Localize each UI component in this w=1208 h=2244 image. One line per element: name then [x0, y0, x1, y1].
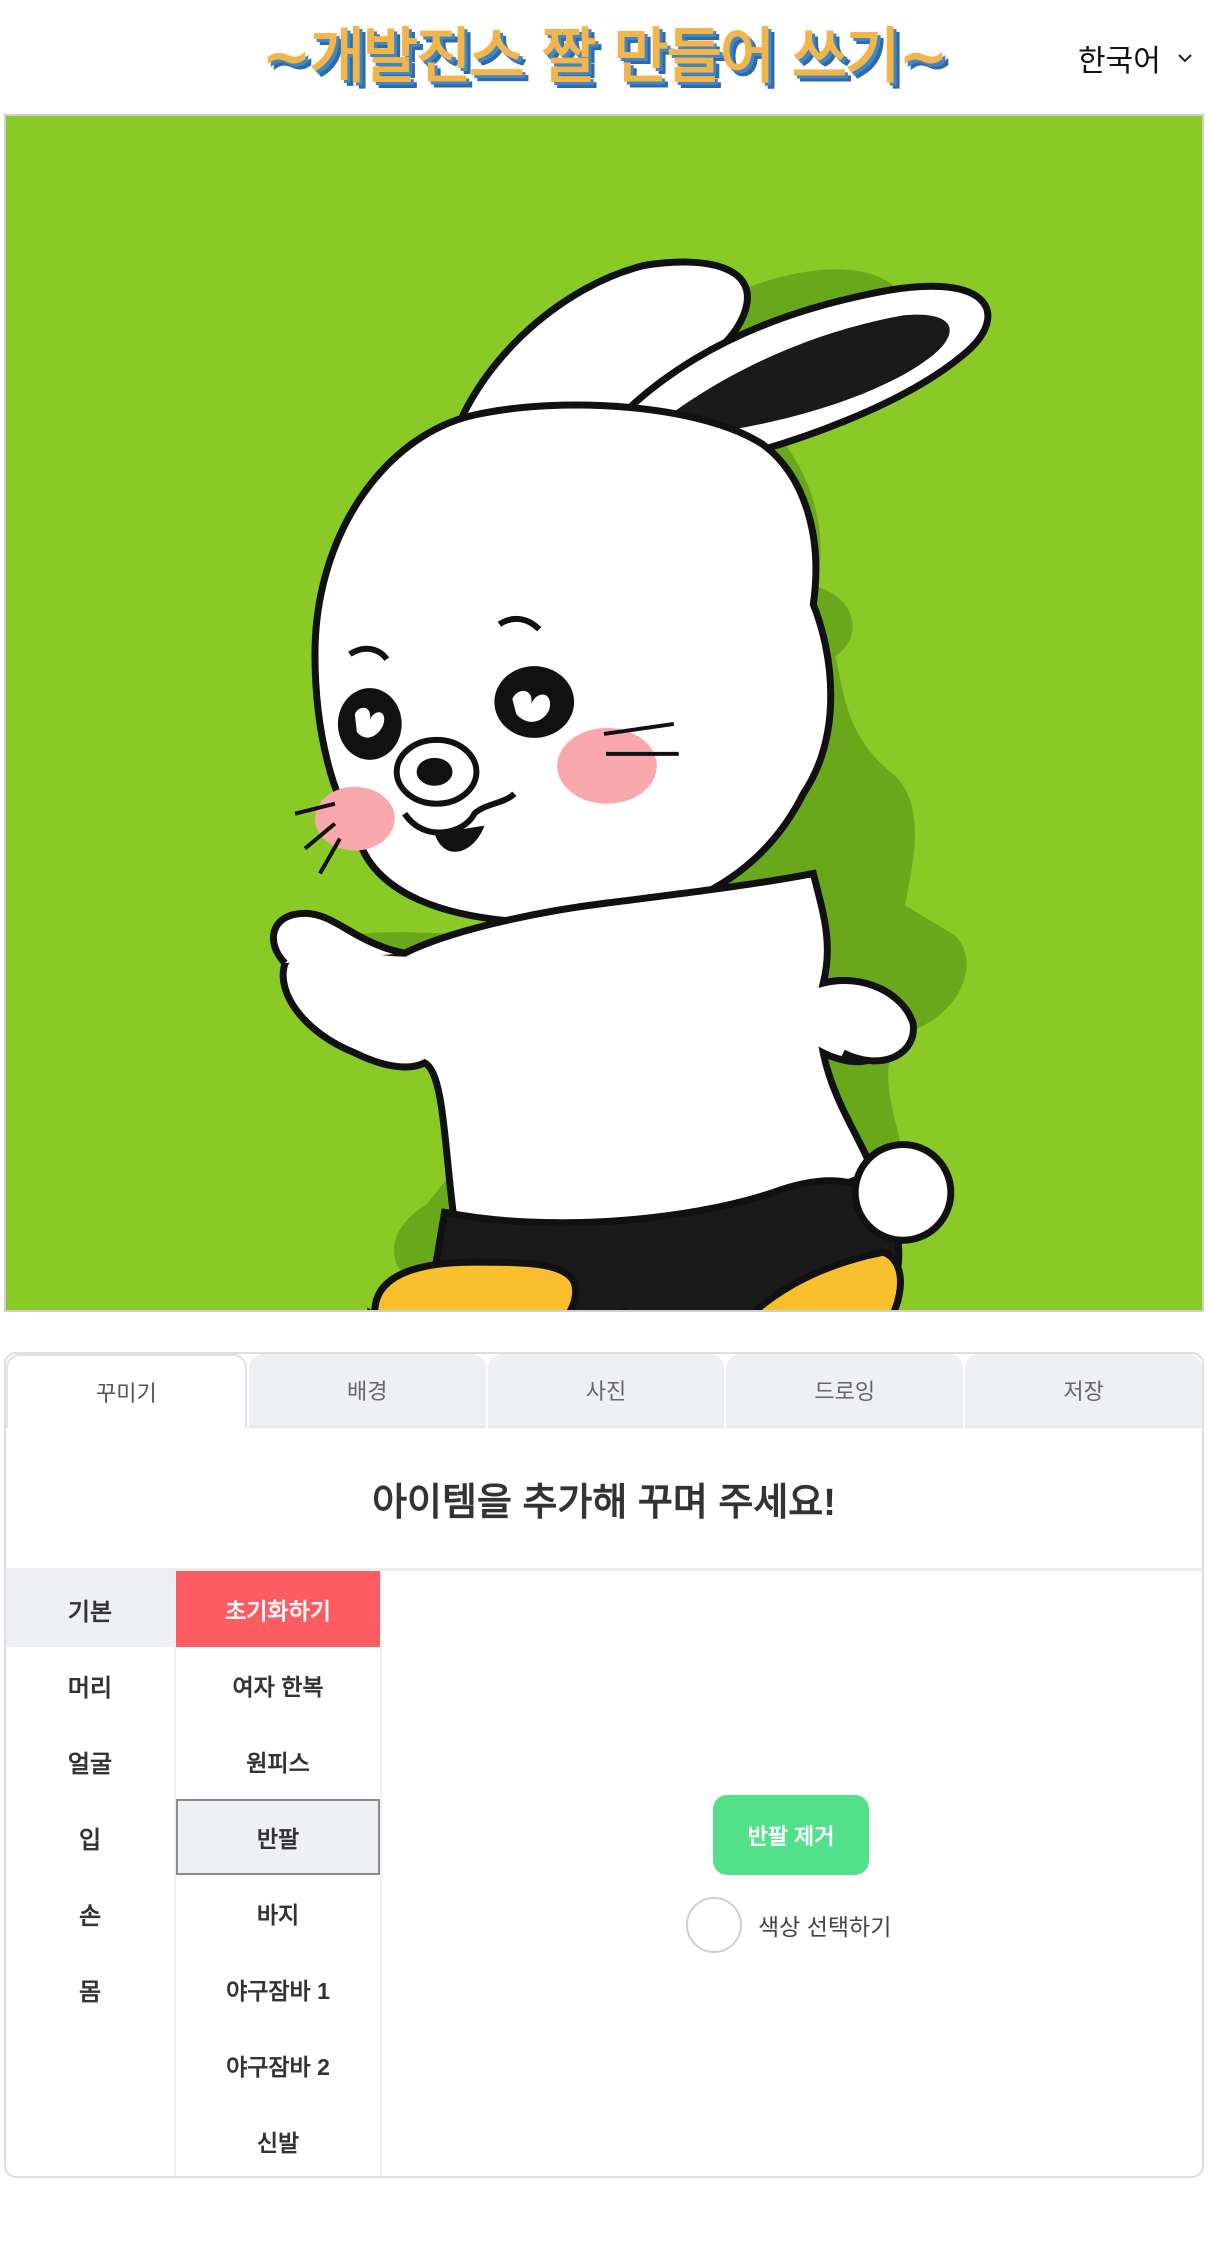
color-swatch[interactable] [686, 1897, 742, 1953]
tab-bar: 꾸미기 배경 사진 드로잉 저장 [6, 1354, 1202, 1428]
header: ~개발진스 짤 만들어 쓰기~ 한국어 [0, 0, 1208, 112]
reset-button[interactable]: 초기화하기 [176, 1571, 380, 1647]
color-picker-label: 색상 선택하기 [758, 1914, 892, 1940]
category-item-body[interactable]: 몸 [6, 1951, 174, 2027]
category-list: 기본 머리 얼굴 입 손 몸 [6, 1571, 176, 2176]
list-item-selected[interactable]: 반팔 [176, 1799, 380, 1875]
rabbit-character [269, 258, 992, 1310]
item-options: 반팔 제거 색상 선택하기 [382, 1571, 1202, 2176]
page-title: ~개발진스 짤 만들어 쓰기~ [261, 22, 948, 92]
tab-background[interactable]: 배경 [248, 1354, 486, 1428]
category-item-hair[interactable]: 머리 [6, 1647, 174, 1723]
remove-item-button[interactable]: 반팔 제거 [713, 1795, 869, 1875]
list-item[interactable]: 신발 [176, 2103, 380, 2176]
list-item[interactable]: 여자 한복 [176, 1647, 380, 1723]
item-list: 초기화하기 여자 한복 원피스 반팔 바지 야구잠바 1 야구잠바 2 신발 [176, 1571, 382, 2176]
list-item[interactable]: 바지 [176, 1875, 380, 1951]
tab-drawing[interactable]: 드로잉 [726, 1354, 964, 1428]
tab-save[interactable]: 저장 [965, 1354, 1202, 1428]
category-item-hand[interactable]: 손 [6, 1875, 174, 1951]
chevron-down-icon [1178, 54, 1192, 63]
editor-panel: 꾸미기 배경 사진 드로잉 저장 아이템을 추가해 꾸며 주세요! 기본 머리 … [4, 1352, 1204, 2178]
language-selector[interactable]: 한국어 [1078, 36, 1195, 80]
item-picker: 기본 머리 얼굴 입 손 몸 초기화하기 여자 한복 원피스 반팔 바지 야구잠… [6, 1571, 1202, 2176]
list-item[interactable]: 야구잠바 2 [176, 2027, 380, 2103]
tab-photo[interactable]: 사진 [487, 1354, 725, 1428]
canvas-preview[interactable] [4, 114, 1204, 1312]
language-label: 한국어 [1078, 45, 1161, 78]
tab-decorate[interactable]: 꾸미기 [6, 1354, 247, 1428]
color-picker[interactable]: 색상 선택하기 [686, 1897, 891, 1953]
category-item-basic[interactable]: 기본 [6, 1571, 174, 1647]
category-item-mouth[interactable]: 입 [6, 1799, 174, 1875]
list-item[interactable]: 원피스 [176, 1723, 380, 1799]
panel-heading: 아이템을 추가해 꾸며 주세요! [6, 1428, 1202, 1571]
list-item[interactable]: 야구잠바 1 [176, 1951, 380, 2027]
category-item-face[interactable]: 얼굴 [6, 1723, 174, 1799]
